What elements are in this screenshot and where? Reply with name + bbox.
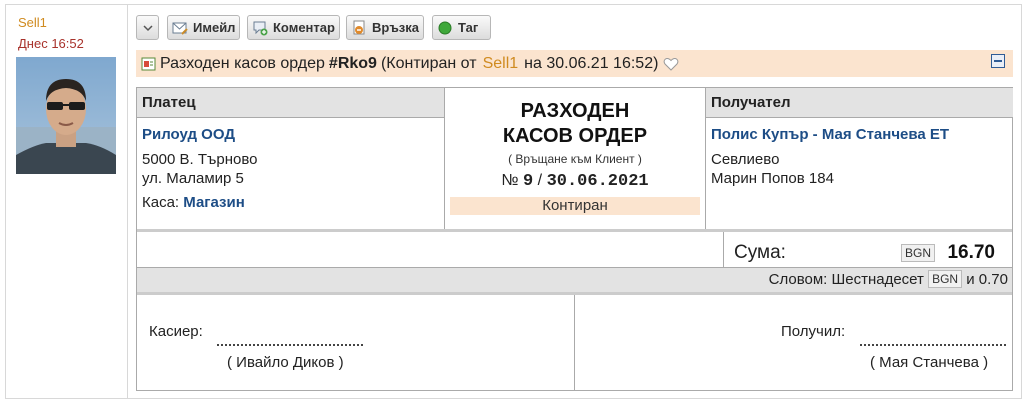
document-area: Имейл Коментар Връзка Таг Разходен касов… <box>136 5 1016 398</box>
link-label: Връзка <box>372 20 420 35</box>
document-header: Разходен касов ордер #Rko9 (Контиран от … <box>136 50 1013 77</box>
payer-section: Платец Рилоуд ООД 5000 В. Търново ул. Ма… <box>137 88 445 229</box>
email-label: Имейл <box>193 20 236 35</box>
payer-heading: Платец <box>137 88 444 118</box>
amount-box: Сума: BGN 16.70 <box>723 232 1013 267</box>
comment-icon <box>252 20 268 36</box>
dropdown-button[interactable] <box>136 15 159 40</box>
email-button[interactable]: Имейл <box>167 15 240 40</box>
words-suffix: и 0.70 <box>966 271 1008 288</box>
cash-register-link[interactable]: Магазин <box>183 194 245 211</box>
amount-currency: BGN <box>901 244 936 262</box>
post-date: Днес 16:52 <box>18 36 84 51</box>
amount-in-words: Словом: Шестнадесет BGN и 0.70 <box>137 267 1012 295</box>
comment-label: Коментар <box>273 20 335 35</box>
payer-address-2: ул. Маламир 5 <box>142 170 244 187</box>
document-type: Разходен касов ордер <box>160 54 325 72</box>
document-card: Sell1 Днес 16:52 Имейл Коментар Връзка Т… <box>5 4 1022 399</box>
receiver-signature: Получил: ( Мая Станчева ) <box>575 295 1012 390</box>
payer-name-link[interactable]: Рилоуд ООД <box>142 126 444 143</box>
tag-button[interactable]: Таг <box>432 15 491 40</box>
payer-address-1: 5000 В. Търново <box>142 151 258 168</box>
number-separator: / <box>537 172 543 189</box>
author-name[interactable]: Sell1 <box>18 15 47 30</box>
heart-icon[interactable] <box>663 56 679 72</box>
order-number: 9 <box>523 172 534 191</box>
amount-label: Сума: <box>734 242 786 263</box>
status-user-link[interactable]: Sell1 <box>483 55 519 73</box>
status-date: на 30.06.21 16:52) <box>524 54 659 72</box>
document-title: РАЗХОДЕН КАСОВ ОРДЕР <box>445 99 705 149</box>
avatar[interactable] <box>16 57 116 174</box>
title-line-2: КАСОВ ОРДЕР <box>502 125 648 147</box>
status-badge: Контиран <box>450 197 700 215</box>
recipient-name-link[interactable]: Полис Купър - Мая Станчева ЕТ <box>711 126 1013 143</box>
comment-button[interactable]: Коментар <box>247 15 340 40</box>
collapse-button[interactable] <box>991 54 1005 68</box>
tag-label: Таг <box>458 20 479 35</box>
link-button[interactable]: Връзка <box>346 15 424 40</box>
payer-cash-register: Каса: Магазин <box>142 193 444 212</box>
document-icon <box>141 56 157 72</box>
chevron-down-icon <box>142 24 153 31</box>
document-subtitle: ( Връщане към Клиент ) <box>508 152 642 166</box>
recipient-heading: Получател <box>706 88 1013 118</box>
document-number[interactable]: #Rko9 <box>329 55 377 73</box>
document-number-line: № 9 / 30.06.2021 <box>445 172 705 191</box>
email-icon <box>172 20 188 36</box>
author-sidebar: Sell1 Днес 16:52 <box>6 5 128 398</box>
recipient-address-1: Севлиево <box>711 151 780 168</box>
order-date: 30.06.2021 <box>546 172 649 191</box>
cash-order-document: Платец Рилоуд ООД 5000 В. Търново ул. Ма… <box>136 87 1013 391</box>
status-prefix: (Контиран от <box>380 54 477 72</box>
words-prefix: Словом: Шестнадесет <box>768 271 924 288</box>
recipient-address-2: Марин Попов 184 <box>711 170 834 187</box>
words-currency: BGN <box>928 270 963 288</box>
receiver-label: Получил: <box>781 323 846 340</box>
title-line-1: РАЗХОДЕН <box>520 100 630 122</box>
cashier-name: ( Ивайло Диков ) <box>227 354 344 371</box>
cashier-signature-line <box>217 338 363 346</box>
receiver-signature-line <box>860 338 1006 346</box>
recipient-section: Получател Полис Купър - Мая Станчева ЕТ … <box>705 88 1013 229</box>
number-label: № <box>501 172 519 189</box>
green-dot-icon <box>437 20 453 36</box>
document-title-section: РАЗХОДЕН КАСОВ ОРДЕР ( Връщане към Клиен… <box>445 88 705 229</box>
amount-row: Сума: BGN 16.70 <box>137 229 1012 267</box>
cashier-label: Касиер: <box>149 323 203 340</box>
link-icon <box>351 20 367 36</box>
cashier-signature: Касиер: ( Ивайло Диков ) <box>137 295 575 390</box>
cash-label: Каса: <box>142 194 180 211</box>
amount-value: 16.70 <box>947 242 995 263</box>
receiver-name: ( Мая Станчева ) <box>870 354 989 371</box>
